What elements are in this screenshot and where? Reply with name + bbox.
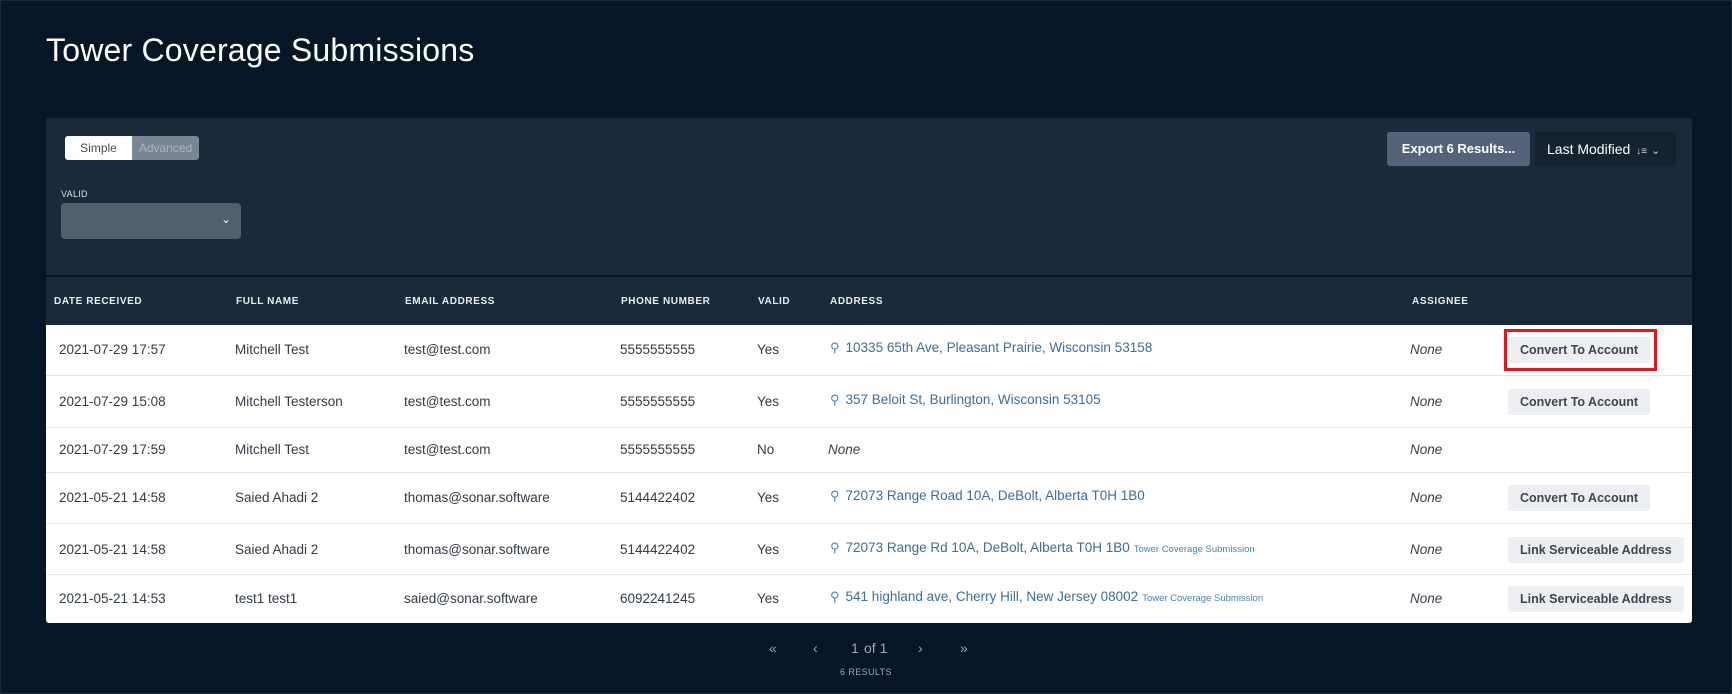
first-page-button[interactable]: « xyxy=(769,640,777,656)
date-received: 2021-07-29 17:57 xyxy=(59,342,166,357)
phone-number: 5555555555 xyxy=(620,342,696,357)
valid-value: Yes xyxy=(757,394,780,409)
next-page-button[interactable]: › xyxy=(918,640,923,656)
valid-value: Yes xyxy=(757,591,780,606)
full-name: Mitchell Test xyxy=(235,342,310,357)
address-link[interactable]: ⚲ 72073 Range Road 10A, DeBolt, Alberta T… xyxy=(830,488,1145,504)
assignee: None xyxy=(1410,591,1443,606)
table-header: DATE RECEIVED FULL NAME EMAIL ADDRESS PH… xyxy=(46,277,1692,325)
submissions-table-body: 2021-07-29 17:57 Mitchell Test test@test… xyxy=(46,325,1692,623)
results-count: 6 RESULTS xyxy=(840,667,892,677)
current-page: 1 xyxy=(851,640,859,656)
map-pin-icon: ⚲ xyxy=(830,488,840,503)
table-row[interactable]: 2021-05-21 14:58 Saied Ahadi 2 thomas@so… xyxy=(46,473,1692,524)
address-text: 357 Beloit St, Burlington, Wisconsin 531… xyxy=(845,392,1101,407)
full-name: Saied Ahadi 2 xyxy=(235,490,319,505)
map-pin-icon: ⚲ xyxy=(830,392,840,407)
email-address: test@test.com xyxy=(404,342,491,357)
date-received: 2021-07-29 17:59 xyxy=(59,442,166,457)
assignee: None xyxy=(1410,490,1443,505)
last-page-button[interactable]: » xyxy=(960,640,968,656)
sort-label: Last Modified xyxy=(1547,141,1631,157)
address-text: 72073 Range Rd 10A, DeBolt, Alberta T0H … xyxy=(845,540,1130,555)
address-link[interactable]: ⚲ 72073 Range Rd 10A, DeBolt, Alberta T0H… xyxy=(830,540,1255,556)
assignee: None xyxy=(1410,442,1443,457)
filter-mode-toggle: Simple Advanced xyxy=(65,136,199,160)
highlight-box xyxy=(1504,329,1657,371)
page-total: of 1 xyxy=(864,640,888,656)
assignee: None xyxy=(1410,342,1443,357)
address-text: 72073 Range Road 10A, DeBolt, Alberta T0… xyxy=(845,488,1145,503)
address-text: None xyxy=(828,442,861,457)
email-address: saied@sonar.software xyxy=(404,591,538,606)
address-text: 541 highland ave, Cherry Hill, New Jerse… xyxy=(845,589,1139,604)
convert-to-account-button[interactable]: Convert To Account xyxy=(1508,485,1651,511)
address-source-tag: Tower Coverage Submission xyxy=(1133,544,1255,555)
email-address: thomas@sonar.software xyxy=(404,490,550,505)
email-address: test@test.com xyxy=(404,394,491,409)
assignee: None xyxy=(1410,542,1443,557)
table-row[interactable]: 2021-07-29 17:57 Mitchell Test test@test… xyxy=(46,325,1692,376)
valid-value: Yes xyxy=(757,542,780,557)
valid-filter-label: VALID xyxy=(61,189,88,199)
valid-value: Yes xyxy=(757,342,780,357)
email-address: thomas@sonar.software xyxy=(404,542,550,557)
map-pin-icon: ⚲ xyxy=(830,340,840,355)
phone-number: 5144422402 xyxy=(620,542,696,557)
phone-number: 5555555555 xyxy=(620,442,696,457)
filter-panel: Simple Advanced VALID ⌄ Export 6 Results… xyxy=(46,118,1692,275)
column-header-full-name[interactable]: FULL NAME xyxy=(236,296,299,307)
address-link[interactable]: ⚲ 541 highland ave, Cherry Hill, New Jers… xyxy=(830,589,1263,605)
sort-order-icon: ↓≡ xyxy=(1636,146,1648,157)
valid-filter-select[interactable]: ⌄ xyxy=(61,203,241,239)
column-header-date-received[interactable]: DATE RECEIVED xyxy=(54,296,142,307)
full-name: test1 test1 xyxy=(235,591,298,606)
link-serviceable-address-button[interactable]: Link Serviceable Address xyxy=(1508,586,1684,612)
table-row[interactable]: 2021-05-21 14:58 Saied Ahadi 2 thomas@so… xyxy=(46,524,1692,575)
map-pin-icon: ⚲ xyxy=(830,589,840,604)
assignee: None xyxy=(1410,394,1443,409)
mode-advanced-button[interactable]: Advanced xyxy=(132,136,199,160)
phone-number: 5144422402 xyxy=(620,490,696,505)
valid-value: No xyxy=(757,442,775,457)
mode-simple-button[interactable]: Simple xyxy=(65,136,132,160)
table-row[interactable]: 2021-07-29 15:08 Mitchell Testerson test… xyxy=(46,376,1692,428)
column-header-valid[interactable]: VALID xyxy=(758,296,790,307)
chevron-down-icon: ⌄ xyxy=(220,212,231,226)
export-button[interactable]: Export 6 Results... xyxy=(1387,132,1530,166)
table-row[interactable]: 2021-05-21 14:53 test1 test1 saied@sonar… xyxy=(46,575,1692,623)
full-name: Mitchell Testerson xyxy=(235,394,343,409)
link-serviceable-address-button[interactable]: Link Serviceable Address xyxy=(1508,537,1684,563)
map-pin-icon: ⚲ xyxy=(830,540,840,555)
page-title: Tower Coverage Submissions xyxy=(46,32,475,68)
date-received: 2021-07-29 15:08 xyxy=(59,394,166,409)
table-row[interactable]: 2021-07-29 17:59 Mitchell Test test@test… xyxy=(46,428,1692,473)
prev-page-button[interactable]: ‹ xyxy=(813,640,818,656)
column-header-email-address[interactable]: EMAIL ADDRESS xyxy=(405,296,495,307)
full-name: Mitchell Test xyxy=(235,442,310,457)
column-header-address[interactable]: ADDRESS xyxy=(830,296,883,307)
date-received: 2021-05-21 14:53 xyxy=(59,591,166,606)
column-header-assignee[interactable]: ASSIGNEE xyxy=(1412,296,1468,307)
sort-dropdown[interactable]: Last Modified ↓≡ ⌄ xyxy=(1535,132,1676,166)
date-received: 2021-05-21 14:58 xyxy=(59,490,166,505)
phone-number: 6092241245 xyxy=(620,591,696,606)
convert-to-account-button[interactable]: Convert To Account xyxy=(1508,389,1651,415)
phone-number: 5555555555 xyxy=(620,394,696,409)
full-name: Saied Ahadi 2 xyxy=(235,542,319,557)
address-link[interactable]: ⚲ 10335 65th Ave, Pleasant Prairie, Wisco… xyxy=(830,340,1152,356)
address-source-tag: Tower Coverage Submission xyxy=(1142,593,1264,604)
date-received: 2021-05-21 14:58 xyxy=(59,542,166,557)
address-link[interactable]: ⚲ 357 Beloit St, Burlington, Wisconsin 53… xyxy=(830,392,1101,408)
email-address: test@test.com xyxy=(404,442,491,457)
column-header-phone-number[interactable]: PHONE NUMBER xyxy=(621,296,710,307)
valid-value: Yes xyxy=(757,490,780,505)
address-text: 10335 65th Ave, Pleasant Prairie, Wiscon… xyxy=(845,340,1153,355)
chevron-down-icon: ⌄ xyxy=(1651,145,1661,157)
